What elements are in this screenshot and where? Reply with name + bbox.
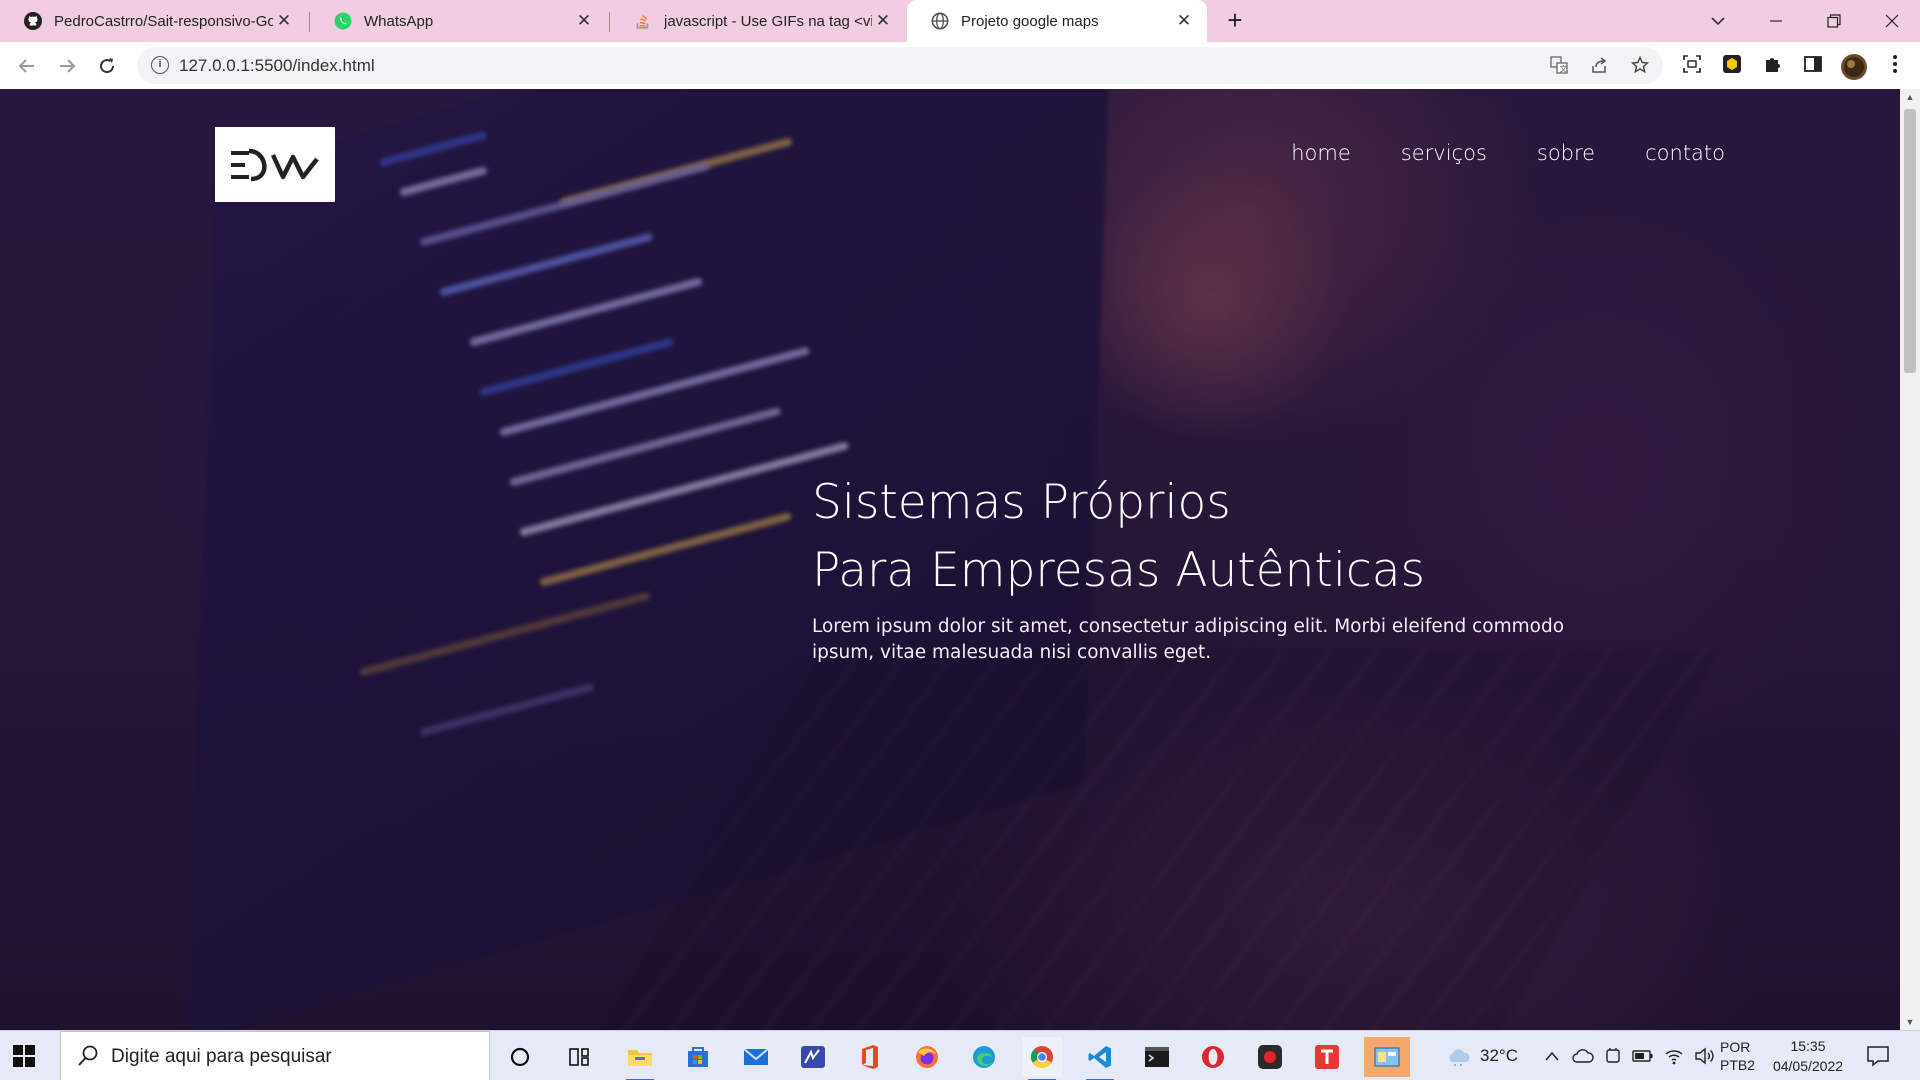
logo-mark-icon xyxy=(231,148,319,181)
site-nav: home serviços sobre contato xyxy=(1291,141,1725,165)
taskbar-search-placeholder: Digite aqui para pesquisar xyxy=(111,1046,332,1067)
text-app-icon[interactable] xyxy=(1307,1037,1347,1077)
file-explorer-icon[interactable] xyxy=(620,1037,660,1080)
forward-arrow-icon xyxy=(60,59,76,73)
extension-cube-icon[interactable] xyxy=(1720,54,1744,78)
minimize-icon[interactable] xyxy=(1748,0,1804,42)
back-arrow-icon xyxy=(18,59,34,73)
profile-avatar[interactable] xyxy=(1841,54,1867,80)
menu-kebab-icon[interactable] xyxy=(1883,54,1907,78)
cortana-icon[interactable] xyxy=(500,1037,540,1077)
headline-line-1: Sistemas Próprios xyxy=(812,475,1231,530)
search-icon xyxy=(78,1045,98,1066)
edge-icon[interactable] xyxy=(964,1037,1004,1077)
side-panel-icon[interactable] xyxy=(1801,54,1825,78)
weather-widget[interactable]: 32°C xyxy=(1446,1031,1518,1080)
hero-headline: Sistemas Próprios Para Empresas Autêntic… xyxy=(812,469,1425,605)
forward-button[interactable] xyxy=(51,50,83,82)
control-panel-icon[interactable] xyxy=(1364,1037,1410,1077)
terminal-icon[interactable] xyxy=(1137,1037,1177,1077)
office-icon[interactable] xyxy=(850,1037,890,1077)
whatsapp-icon xyxy=(334,12,352,30)
screen-recorder-icon[interactable] xyxy=(1250,1037,1290,1077)
battery-icon[interactable] xyxy=(1632,1049,1654,1063)
windows-start-icon[interactable] xyxy=(12,1044,36,1068)
weather-cloud-icon xyxy=(1449,1049,1470,1066)
tab-github[interactable]: PedroCastrro/Sait-responsivo-Go ✕ xyxy=(0,0,307,42)
clock[interactable]: 15:35 04/05/2022 xyxy=(1768,1031,1848,1080)
onedrive-cloud-icon[interactable] xyxy=(1572,1048,1594,1064)
wifi-icon[interactable] xyxy=(1664,1047,1684,1065)
scrollbar-thumb[interactable] xyxy=(1904,109,1916,373)
github-icon xyxy=(24,12,42,30)
page-scrollbar[interactable]: ▲ ▼ xyxy=(1900,89,1920,1030)
tab-label: javascript - Use GIFs na tag <video xyxy=(664,12,872,30)
headline-line-2: Para Empresas Autênticas xyxy=(812,543,1426,598)
scroll-down-arrow-icon[interactable]: ▼ xyxy=(1900,1014,1920,1030)
clock-date: 04/05/2022 xyxy=(1772,1058,1844,1074)
tab-strip: PedroCastrro/Sait-responsivo-Go ✕ WhatsA… xyxy=(0,0,1920,42)
new-tab-button[interactable]: + xyxy=(1220,6,1250,36)
close-tab-icon[interactable]: ✕ xyxy=(273,10,295,32)
close-tab-icon[interactable]: ✕ xyxy=(872,10,894,32)
firefox-icon[interactable] xyxy=(907,1037,947,1077)
language-code: POR xyxy=(1720,1039,1751,1055)
close-window-icon[interactable] xyxy=(1864,0,1920,42)
share-icon[interactable] xyxy=(1590,56,1610,76)
volume-icon[interactable] xyxy=(1694,1047,1716,1065)
tray-icons xyxy=(1544,1031,1716,1080)
restore-icon[interactable] xyxy=(1806,0,1862,42)
weather-temperature: 32°C xyxy=(1480,1046,1518,1065)
nav-link-servicos[interactable]: serviços xyxy=(1401,141,1487,165)
tab-label: WhatsApp xyxy=(364,12,434,30)
clock-time: 15:35 xyxy=(1790,1038,1826,1054)
tab-label: PedroCastrro/Sait-responsivo-Go xyxy=(54,12,273,30)
address-bar[interactable]: i 127.0.0.1:5500/index.html 文 xyxy=(137,47,1663,84)
input-language-indicator[interactable]: POR PTB2 xyxy=(1720,1031,1755,1080)
reload-button[interactable] xyxy=(91,50,123,82)
nav-link-home[interactable]: home xyxy=(1291,141,1351,165)
scroll-up-arrow-icon[interactable]: ▲ xyxy=(1900,89,1920,105)
page-viewport: home serviços sobre contato Sistemas Pró… xyxy=(0,89,1900,1030)
tab-projeto-google-maps[interactable]: Projeto google maps ✕ xyxy=(907,0,1207,42)
svg-text:文: 文 xyxy=(1560,64,1568,74)
reload-icon xyxy=(100,58,115,74)
nav-link-contato[interactable]: contato xyxy=(1645,141,1725,165)
taskbar-search[interactable]: Digite aqui para pesquisar xyxy=(60,1031,490,1080)
mail-icon[interactable] xyxy=(736,1037,776,1077)
keyboard-layout-code: PTB2 xyxy=(1720,1057,1756,1073)
task-view-icon[interactable] xyxy=(560,1037,600,1077)
screenshot-icon[interactable] xyxy=(1680,54,1704,78)
opera-icon[interactable] xyxy=(1193,1037,1233,1077)
globe-icon xyxy=(931,12,949,30)
close-tab-icon[interactable]: ✕ xyxy=(1173,10,1195,32)
chrome-icon[interactable] xyxy=(1022,1037,1062,1080)
site-logo[interactable] xyxy=(215,127,335,202)
nav-link-sobre[interactable]: sobre xyxy=(1537,141,1595,165)
microsoft-store-icon[interactable] xyxy=(678,1037,718,1077)
back-button[interactable] xyxy=(11,50,43,82)
site-info-icon[interactable]: i xyxy=(151,56,169,74)
hero-lead-text: Lorem ipsum dolor sit amet, consectetur … xyxy=(812,616,1565,663)
stackoverflow-icon xyxy=(636,14,649,29)
browser-toolbar: i 127.0.0.1:5500/index.html 文 xyxy=(0,42,1920,89)
whiteboard-app-icon[interactable] xyxy=(793,1037,833,1077)
tab-label: Projeto google maps xyxy=(961,12,1099,30)
vscode-icon[interactable] xyxy=(1080,1037,1120,1080)
close-tab-icon[interactable]: ✕ xyxy=(573,10,595,32)
address-url[interactable]: 127.0.0.1:5500/index.html xyxy=(179,56,375,76)
extensions-puzzle-icon[interactable] xyxy=(1761,54,1785,78)
taskbar: Digite aqui para pesquisar 32°C POR PTB2… xyxy=(0,1030,1920,1080)
notification-center-icon[interactable] xyxy=(1866,1031,1890,1080)
tab-search-chevron-icon[interactable] xyxy=(1690,0,1746,42)
bookmark-star-icon[interactable] xyxy=(1630,55,1650,76)
show-hidden-icons-chevron-icon[interactable] xyxy=(1544,1050,1560,1062)
tab-stackoverflow[interactable]: javascript - Use GIFs na tag <video ✕ xyxy=(610,0,906,42)
device-icon[interactable] xyxy=(1604,1046,1622,1066)
translate-icon[interactable]: 文 xyxy=(1549,56,1569,76)
tab-whatsapp[interactable]: WhatsApp ✕ xyxy=(310,0,607,42)
